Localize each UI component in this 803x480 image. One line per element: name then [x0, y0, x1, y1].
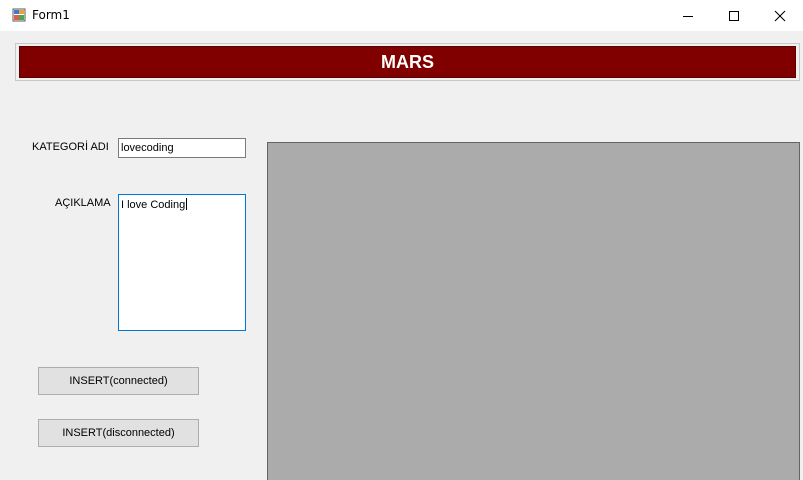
kategori-adi-value: lovecoding	[121, 142, 174, 154]
banner-title: MARS	[381, 51, 434, 72]
maximize-button[interactable]	[711, 0, 757, 31]
app-icon	[12, 8, 26, 22]
aciklama-textarea[interactable]: I love Coding	[118, 194, 246, 331]
insert-disconnected-label: INSERT(disconnected)	[62, 427, 175, 439]
aciklama-label: AÇIKLAMA	[55, 197, 111, 209]
insert-connected-label: INSERT(connected)	[69, 375, 168, 387]
data-grid-view[interactable]	[267, 142, 800, 480]
insert-disconnected-button[interactable]: INSERT(disconnected)	[38, 419, 199, 447]
minimize-icon	[683, 15, 693, 17]
minimize-button[interactable]	[665, 0, 711, 31]
kategori-adi-label: KATEGORİ ADI	[32, 141, 109, 153]
title-bar[interactable]: Form1	[0, 0, 803, 31]
close-icon	[774, 10, 786, 21]
close-button[interactable]	[757, 0, 803, 31]
kategori-adi-input[interactable]: lovecoding	[118, 138, 246, 158]
form1-window: Form1 MARS KATEGORİ ADI lovecoding AÇIKL…	[0, 0, 803, 480]
insert-connected-button[interactable]: INSERT(connected)	[38, 367, 199, 395]
window-title: Form1	[32, 8, 70, 22]
aciklama-value: I love Coding	[121, 199, 186, 211]
maximize-icon	[729, 10, 739, 21]
text-caret	[186, 198, 188, 210]
mars-banner: MARS	[19, 46, 796, 78]
